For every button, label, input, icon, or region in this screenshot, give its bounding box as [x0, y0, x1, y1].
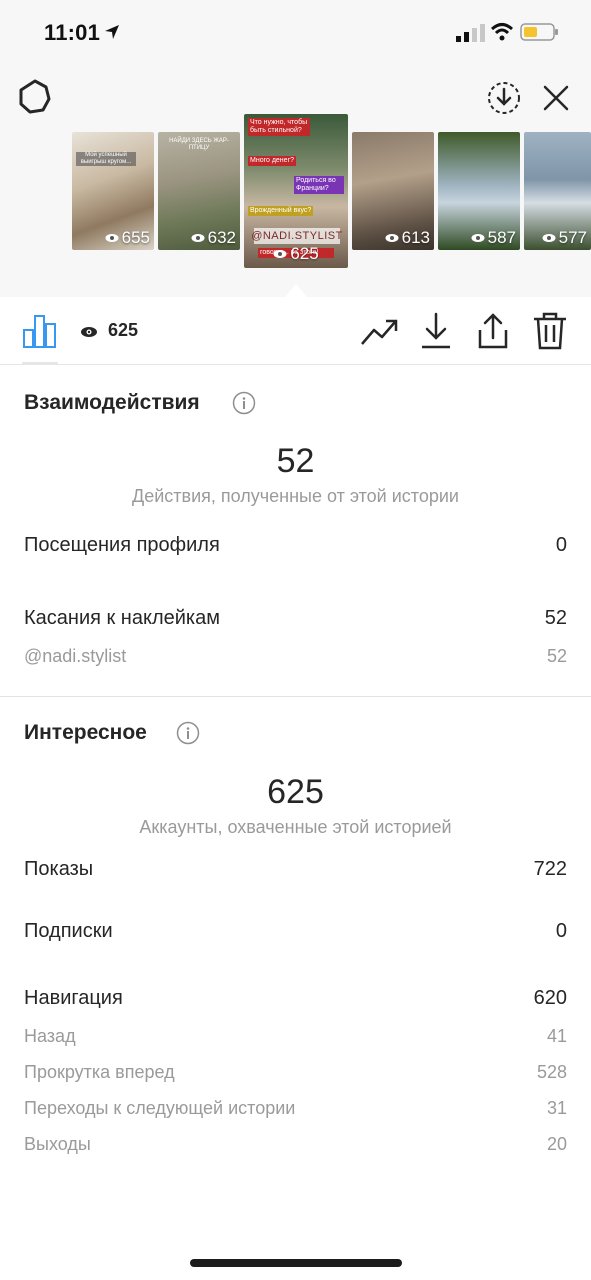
impressions-label: Показы: [24, 858, 94, 880]
exits-value: 20: [546, 1134, 567, 1154]
forward-label: Прокрутка вперед: [24, 1062, 175, 1082]
story-tag: Много денег?: [248, 156, 297, 166]
story-views-count: 587: [487, 228, 516, 247]
forward-value: 528: [536, 1062, 567, 1082]
status-time: 11:01: [44, 20, 101, 45]
profile-visits-value: 0: [555, 534, 567, 556]
settings-gear-icon[interactable]: [16, 78, 54, 116]
signal-icon: [456, 24, 485, 42]
exits-label: Выходы: [24, 1134, 91, 1154]
story-views: 587: [471, 228, 516, 248]
eye-icon: [471, 234, 485, 242]
eye-icon: [81, 327, 97, 337]
story-thumbnail-caption: Мой успешный выигрыш кругом...: [76, 152, 136, 166]
profile-visits-label: Посещения профиля: [24, 534, 220, 556]
story-views-count: 632: [207, 228, 236, 247]
story-views-count: 655: [121, 228, 150, 247]
next-story-value: 31: [546, 1098, 567, 1118]
eye-icon: [385, 234, 399, 242]
story-tag: Родиться во Франции?: [294, 176, 344, 194]
story-thumbnail[interactable]: 587: [438, 132, 520, 250]
interactions-total: 52: [276, 442, 315, 480]
navigation-label: Навигация: [24, 987, 123, 1009]
story-thumbnail[interactable]: 613: [352, 132, 434, 250]
discovery-caption: Аккаунты, охваченные этой историей: [139, 817, 452, 837]
eye-icon: [105, 234, 119, 242]
eye-icon: [542, 234, 556, 242]
story-mention-sticker: @NADI.STYLIST: [251, 228, 343, 244]
story-views-count: 613: [401, 228, 430, 247]
share-icon[interactable]: [476, 312, 510, 350]
story-thumbnail[interactable]: НАЙДИ ЗДЕСЬ ЖАР-ПТИЦУ 632: [158, 132, 240, 250]
location-arrow-icon: [105, 25, 119, 39]
eye-icon: [273, 250, 287, 258]
interactions-title: Взаимодействия: [24, 391, 200, 414]
story-views: 632: [191, 228, 236, 248]
wifi-icon: [490, 23, 514, 41]
save-story-circle-icon[interactable]: [486, 80, 522, 116]
navigation-value: 620: [533, 987, 567, 1009]
story-tag: Что нужно, чтобы быть стильной?: [248, 118, 310, 136]
sticker-taps-value: 52: [544, 607, 567, 629]
insights-bar-chart-icon[interactable]: [22, 314, 58, 348]
story-thumbnail-caption: НАЙДИ ЗДЕСЬ ЖАР-ПТИЦУ: [169, 138, 229, 151]
impressions-value: 722: [533, 858, 567, 880]
sticker-mention-label: @nadi.stylist: [24, 646, 127, 666]
discovery-total: 625: [267, 773, 324, 811]
home-indicator[interactable]: [190, 1259, 402, 1267]
selection-pointer: [284, 284, 308, 298]
story-views-count: 577: [558, 228, 587, 247]
tab-underline: [22, 362, 58, 364]
back-value: 41: [546, 1026, 567, 1046]
status-bar: 11:01: [0, 0, 591, 64]
interactions-caption: Действия, полученные от этой истории: [132, 486, 459, 506]
info-icon[interactable]: [176, 721, 200, 745]
close-icon[interactable]: [540, 82, 572, 114]
discovery-title: Интересное: [24, 721, 147, 744]
battery-icon: [520, 23, 558, 41]
story-views: 655: [105, 228, 150, 248]
story-views-count: 625: [290, 244, 319, 263]
delete-trash-icon[interactable]: [532, 312, 568, 350]
sticker-mention-value: 52: [546, 646, 567, 666]
reach-count: 625: [108, 320, 139, 340]
download-icon[interactable]: [420, 312, 452, 350]
story-tag: Врожденный вкус?: [248, 206, 314, 216]
story-thumbnail[interactable]: Мой успешный выигрыш кругом... 655: [72, 132, 154, 250]
promote-trend-icon[interactable]: [360, 316, 398, 348]
follows-value: 0: [555, 920, 567, 942]
info-icon[interactable]: [232, 391, 256, 415]
next-story-label: Переходы к следующей истории: [24, 1098, 296, 1118]
follows-label: Подписки: [24, 920, 113, 942]
stories-header: 11:01 Мой успешный выигрыш кругом... 655: [0, 0, 591, 298]
insights-toolbar: 625: [0, 298, 591, 365]
eye-icon: [191, 234, 205, 242]
section-divider: [0, 696, 591, 697]
story-thumbnail[interactable]: 577: [524, 132, 591, 250]
story-views: 577: [542, 228, 587, 248]
story-views: 625: [244, 244, 348, 264]
story-thumbnail-selected[interactable]: Что нужно, чтобы быть стильной? Много де…: [244, 114, 348, 268]
story-views: 613: [385, 228, 430, 248]
sticker-taps-label: Касания к наклейкам: [24, 607, 220, 629]
back-label: Назад: [24, 1026, 76, 1046]
